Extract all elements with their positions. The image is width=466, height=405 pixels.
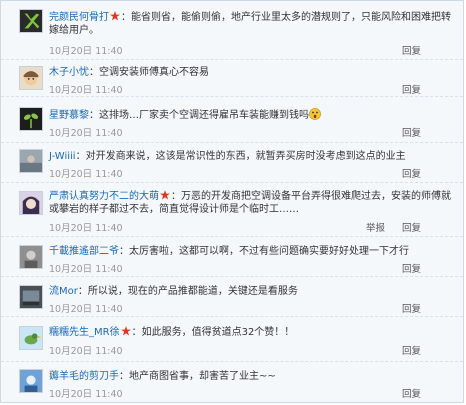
comment-author[interactable]: 薅羊毛的剪刀手 xyxy=(49,371,119,382)
comment-time: 10月20日 11:40 xyxy=(49,389,123,400)
comment-item: 流Mor：所以说，现在的产品推都能道，关键还是看服务 10月20日 11:40 … xyxy=(1,277,463,317)
comment-item: 糯糯先生_MR徐 ：如此服务，值得贫道点32个赞！！ 10月20日 11:40 回… xyxy=(1,317,463,362)
reply-link[interactable]: 回复 xyxy=(402,301,421,315)
comment-author[interactable]: 千載推遙部二爷 xyxy=(49,246,119,257)
reply-link[interactable]: 回复 xyxy=(402,220,421,234)
surprised-face-emoji-icon xyxy=(309,108,321,120)
comment-content: 千載推遙部二爷：太厉害啦，这都可以啊，不过有些问题确实要好好处理一下才行 xyxy=(49,246,409,257)
reply-link[interactable]: 回复 xyxy=(402,125,421,139)
comment-text: 太厉害啦，这都可以啊，不过有些问题确实要好好处理一下才行 xyxy=(129,246,409,257)
cartoon-avatar-icon[interactable] xyxy=(19,66,43,90)
comment-content: 星野慕黎：这排场…厂家卖个空调还得雇吊车装能赚到钱吗 xyxy=(49,108,451,122)
bird-avatar-icon[interactable] xyxy=(19,326,43,350)
comment-panel: 完颜民何骨打 ：能省则省，能偷则偷，地产行业里太多的潜规则了，只能风险和困难把转嫁… xyxy=(0,0,464,403)
blue-avatar-icon[interactable] xyxy=(19,369,43,393)
comment-author[interactable]: 严肃认真努力不二的大萌 xyxy=(49,191,159,202)
reply-link[interactable]: 回复 xyxy=(402,386,421,400)
anime-avatar-icon[interactable] xyxy=(19,191,43,215)
comment-content: 糯糯先生_MR徐 ：如此服务，值得贫道点32个赞！！ xyxy=(49,326,295,338)
comment-content: J-Wiiii：对开发商来说，这该是常识性的东西，就暂弄买房时没考虑到这点的业主 xyxy=(49,151,406,162)
comment-item: 薅羊毛的剪刀手：地产商图省事，却害苦了业主~~ 10月20日 11:40 回复 xyxy=(1,362,463,404)
comment-time: 10月20日 11:40 xyxy=(49,85,123,96)
comment-author[interactable]: 星野慕黎 xyxy=(49,110,89,121)
comment-item: 千載推遙部二爷：太厉害啦，这都可以啊，不过有些问题确实要好好处理一下才行 10月… xyxy=(1,237,463,277)
report-link[interactable]: 举报 xyxy=(366,220,385,234)
comment-text: 对开发商来说，这该是常识性的东西，就暂弄买房时没考虑到这点的业主 xyxy=(85,151,406,162)
comment-author[interactable]: J-Wiiii xyxy=(49,151,76,162)
reply-link[interactable]: 回复 xyxy=(402,43,421,57)
vip-badge-icon xyxy=(110,11,120,21)
comment-item: 严肃认真努力不二的大萌 ：万恶的开发商把空调设备平台弄得很难爬过去，安装的师傅就或… xyxy=(1,183,463,237)
comment-time: 10月20日 11:40 xyxy=(49,346,123,357)
reply-link[interactable]: 回复 xyxy=(402,261,421,275)
comment-content: 薅羊毛的剪刀手：地产商图省事，却害苦了业主~~ xyxy=(49,371,276,382)
comment-item: J-Wiiii：对开发商来说，这该是常识性的东西，就暂弄买房时没考虑到这点的业主… xyxy=(1,143,463,183)
sprout-avatar-icon[interactable] xyxy=(19,107,43,131)
comment-text: 空调安装师傅真心不容易 xyxy=(99,67,209,78)
vip-badge-icon xyxy=(120,326,131,336)
comment-time: 10月20日 11:40 xyxy=(49,223,123,234)
reply-link[interactable]: 回复 xyxy=(402,166,421,180)
comment-list: 完颜民何骨打 ：能省则省，能偷则偷，地产行业里太多的潜规则了，只能风险和困难把转嫁… xyxy=(1,1,463,404)
photo-avatar-icon[interactable] xyxy=(19,149,43,173)
dark-photo-avatar-icon[interactable] xyxy=(19,285,43,309)
gray-photo-avatar-icon[interactable] xyxy=(19,245,43,269)
comment-text: 这排场…厂家卖个空调还得雇吊车装能赚到钱吗 xyxy=(99,110,309,121)
comment-content: 流Mor：所以说，现在的产品推都能道，关键还是看服务 xyxy=(49,286,298,297)
comment-text: 地产商图省事，却害苦了业主~~ xyxy=(129,371,276,382)
comment-time: 10月20日 11:40 xyxy=(49,264,123,275)
comment-time: 10月20日 11:40 xyxy=(49,169,123,180)
comment-author[interactable]: 糯糯先生_MR徐 xyxy=(49,327,120,338)
comment-item: 完颜民何骨打 ：能省则省，能偷则偷，地产行业里太多的潜规则了，只能风险和困难把转嫁… xyxy=(1,1,463,60)
comment-time: 10月20日 11:40 xyxy=(49,128,123,139)
reply-link[interactable]: 回复 xyxy=(402,82,421,96)
comment-time: 10月20日 11:40 xyxy=(49,46,123,57)
comment-text: 如此服务，值得贫道点32个赞！！ xyxy=(141,327,295,338)
comment-content: 木子小忧：空调安装师傅真心不容易 xyxy=(49,67,209,78)
comment-time: 10月20日 11:40 xyxy=(49,304,123,315)
comment-content: 完颜民何骨打 ：能省则省，能偷则偷，地产行业里太多的潜规则了，只能风险和困难把转嫁… xyxy=(49,11,451,36)
green-x-icon[interactable] xyxy=(19,9,43,33)
comment-item: 木子小忧：空调安装师傅真心不容易 10月20日 11:40 回复 xyxy=(1,60,463,97)
comment-author[interactable]: 流Mor xyxy=(49,286,78,297)
comment-author[interactable]: 木子小忧 xyxy=(49,67,89,78)
reply-link[interactable]: 回复 xyxy=(402,343,421,357)
vip-badge-icon xyxy=(160,190,170,200)
comment-item: 星野慕黎：这排场…厂家卖个空调还得雇吊车装能赚到钱吗 10月20日 11:40 … xyxy=(1,97,463,143)
comment-content: 严肃认真努力不二的大萌 ：万恶的开发商把空调设备平台弄得很难爬过去，安装的师傅就或… xyxy=(49,190,451,215)
comment-text: 所以说，现在的产品推都能道，关键还是看服务 xyxy=(87,286,298,297)
comment-author[interactable]: 完颜民何骨打 xyxy=(49,12,109,23)
